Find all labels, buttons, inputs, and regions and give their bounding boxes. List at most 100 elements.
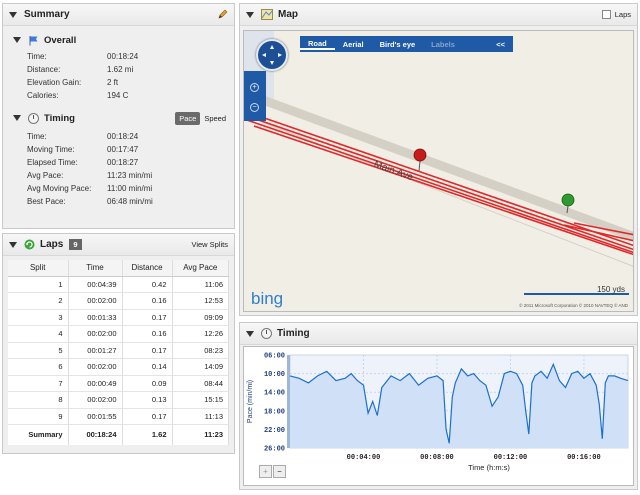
- stat-label: Avg Moving Pace:: [27, 184, 92, 193]
- chart-zoom-in-button[interactable]: +: [259, 465, 272, 478]
- map-canvas[interactable]: + − Road Aerial Bird's eye Labels << Mai…: [243, 30, 634, 312]
- timing-stats: Time: 00:18:24 Moving Time: 00:17:47 Elaps…: [3, 130, 234, 208]
- stat-label: Time:: [27, 132, 47, 141]
- summary-cell: Summary: [8, 424, 69, 445]
- collapse-triangle-icon[interactable]: [246, 330, 254, 337]
- column-header-time[interactable]: Time: [68, 260, 123, 277]
- lap-avg-pace-cell: 08:23: [172, 342, 229, 359]
- pencil-icon[interactable]: [217, 9, 228, 20]
- lap-time-cell: 00:01:55: [68, 408, 123, 425]
- stat-label: Best Pace:: [27, 197, 66, 206]
- collapse-triangle-icon[interactable]: [13, 115, 21, 121]
- stat-value: 2 ft: [107, 78, 119, 87]
- y-axis-label: Pace (min/mi): [247, 380, 254, 423]
- pan-arrows-icon: [262, 45, 282, 65]
- y-axis-bar: [287, 355, 290, 448]
- laps-table-wrap: Split Time Distance Avg Pace 1 00:04:39 0.…: [3, 256, 234, 445]
- stat-row: Elapsed Time: 00:18:27: [3, 156, 234, 169]
- map-collapse-button[interactable]: <<: [488, 40, 513, 49]
- summary-cell: 1.62: [122, 424, 173, 445]
- collapse-triangle-icon[interactable]: [9, 11, 17, 18]
- lap-avg-pace-cell: 15:15: [172, 391, 229, 409]
- pace-toggle-button[interactable]: Pace: [175, 111, 201, 125]
- overall-stats: Time: 00:18:24 Distance: 1.62 mi Elevation…: [3, 50, 234, 102]
- stat-row: Avg Pace: 11:23 min/mi: [3, 169, 234, 182]
- zoom-out-icon[interactable]: −: [250, 103, 259, 112]
- y-tick-label: 14:00: [264, 390, 285, 398]
- lap-split-cell: 6: [8, 358, 69, 376]
- timing-section-header[interactable]: Timing Pace Speed: [3, 108, 234, 128]
- laps-header: Laps 9 View Splits: [3, 234, 234, 256]
- stat-label: Elapsed Time:: [27, 158, 78, 167]
- stat-value: 11:23 min/mi: [107, 171, 153, 180]
- lap-avg-pace-cell: 09:09: [172, 309, 229, 326]
- column-header-distance[interactable]: Distance: [122, 260, 173, 277]
- table-row[interactable]: 3 00:01:33 0.17 09:09: [8, 309, 229, 326]
- magnifier-plus-icon: +: [263, 467, 268, 476]
- timing-chart-panel: Timing 06:00 10:00 14:00 18:00 22:00 26:00 00:…: [239, 322, 638, 490]
- map-tab-birds-eye[interactable]: Bird's eye: [372, 40, 424, 49]
- lap-distance-cell: 0.16: [122, 325, 173, 343]
- x-tick-label: 00:12:00: [494, 454, 528, 462]
- column-header-avg-pace[interactable]: Avg Pace: [172, 260, 229, 277]
- y-tick-label: 18:00: [264, 408, 285, 416]
- lap-avg-pace-cell: 12:53: [172, 292, 229, 310]
- zoom-in-icon[interactable]: +: [250, 83, 259, 92]
- x-axis-label: Time (h:m:s): [468, 463, 510, 472]
- table-row[interactable]: 6 00:02:00 0.14 14:09: [8, 358, 229, 376]
- stat-label: Distance:: [27, 65, 61, 74]
- stat-row: Time: 00:18:24: [3, 50, 234, 63]
- stat-value: 00:18:27: [107, 158, 139, 167]
- lap-split-cell: 7: [8, 375, 69, 392]
- map-tab-labels[interactable]: Labels: [423, 40, 463, 49]
- map-pan-control-icon[interactable]: [256, 39, 288, 71]
- bing-logo: bing: [251, 289, 284, 308]
- stat-value: 00:17:47: [107, 145, 139, 154]
- lap-time-cell: 00:01:27: [68, 342, 123, 359]
- lap-avg-pace-cell: 14:09: [172, 358, 229, 376]
- y-tick-label: 26:00: [264, 446, 285, 454]
- summary-cell: 00:18:24: [68, 424, 123, 445]
- timing-chart-title: Timing: [277, 328, 310, 339]
- column-header-split[interactable]: Split: [8, 260, 69, 277]
- lap-avg-pace-cell: 12:26: [172, 325, 229, 343]
- lap-distance-cell: 0.17: [122, 342, 173, 359]
- lap-time-cell: 00:02:00: [68, 292, 123, 310]
- map-tab-aerial[interactable]: Aerial: [335, 40, 372, 49]
- summary-cell: 11:23: [172, 424, 229, 445]
- lap-split-cell: 5: [8, 342, 69, 359]
- collapse-triangle-icon[interactable]: [246, 11, 254, 18]
- table-row[interactable]: 1 00:04:39 0.42 11:06: [8, 276, 229, 293]
- lap-distance-cell: 0.17: [122, 408, 173, 425]
- speed-toggle-button[interactable]: Speed: [200, 112, 230, 125]
- pace-chart[interactable]: 06:00 10:00 14:00 18:00 22:00 26:00 00:04:00 00…: [244, 347, 635, 486]
- overall-title: Overall: [44, 34, 77, 46]
- chart-zoom-out-button[interactable]: −: [273, 465, 286, 478]
- collapse-triangle-icon[interactable]: [9, 241, 17, 248]
- summary-panel: Summary Overall Time: 00:18:24 Distance: 1…: [2, 3, 235, 229]
- table-row[interactable]: 9 00:01:55 0.17 11:13: [8, 408, 229, 425]
- lap-avg-pace-cell: 11:13: [172, 408, 229, 425]
- laps-checkbox[interactable]: [601, 10, 611, 19]
- stat-row: Calories: 194 C: [3, 89, 234, 102]
- collapse-triangle-icon[interactable]: [13, 37, 21, 43]
- map-body: + − Road Aerial Bird's eye Labels << Mai…: [240, 27, 637, 315]
- map-zoom-strip: + −: [244, 71, 266, 121]
- lap-split-cell: 8: [8, 391, 69, 409]
- table-row[interactable]: 4 00:02:00 0.16 12:26: [8, 325, 229, 343]
- timing-title: Timing: [44, 112, 75, 124]
- lap-distance-cell: 0.13: [122, 391, 173, 409]
- map-title: Map: [278, 9, 298, 20]
- map-tab-road[interactable]: Road: [300, 39, 335, 50]
- table-row[interactable]: 2 00:02:00 0.16 12:53: [8, 292, 229, 310]
- timing-chart-area: 06:00 10:00 14:00 18:00 22:00 26:00 00:04:00 00…: [243, 346, 634, 486]
- table-row[interactable]: 8 00:02:00 0.13 15:15: [8, 391, 229, 409]
- overall-section-header[interactable]: Overall: [3, 30, 234, 50]
- table-row[interactable]: 7 00:00:49 0.09 08:44: [8, 375, 229, 392]
- map-roads: [244, 31, 633, 295]
- view-splits-link[interactable]: View Splits: [191, 240, 228, 249]
- laps-checkbox-wrap: Laps: [601, 10, 631, 19]
- table-row[interactable]: 5 00:01:27 0.17 08:23: [8, 342, 229, 359]
- stat-row: Moving Time: 00:17:47: [3, 143, 234, 156]
- lap-distance-cell: 0.16: [122, 292, 173, 310]
